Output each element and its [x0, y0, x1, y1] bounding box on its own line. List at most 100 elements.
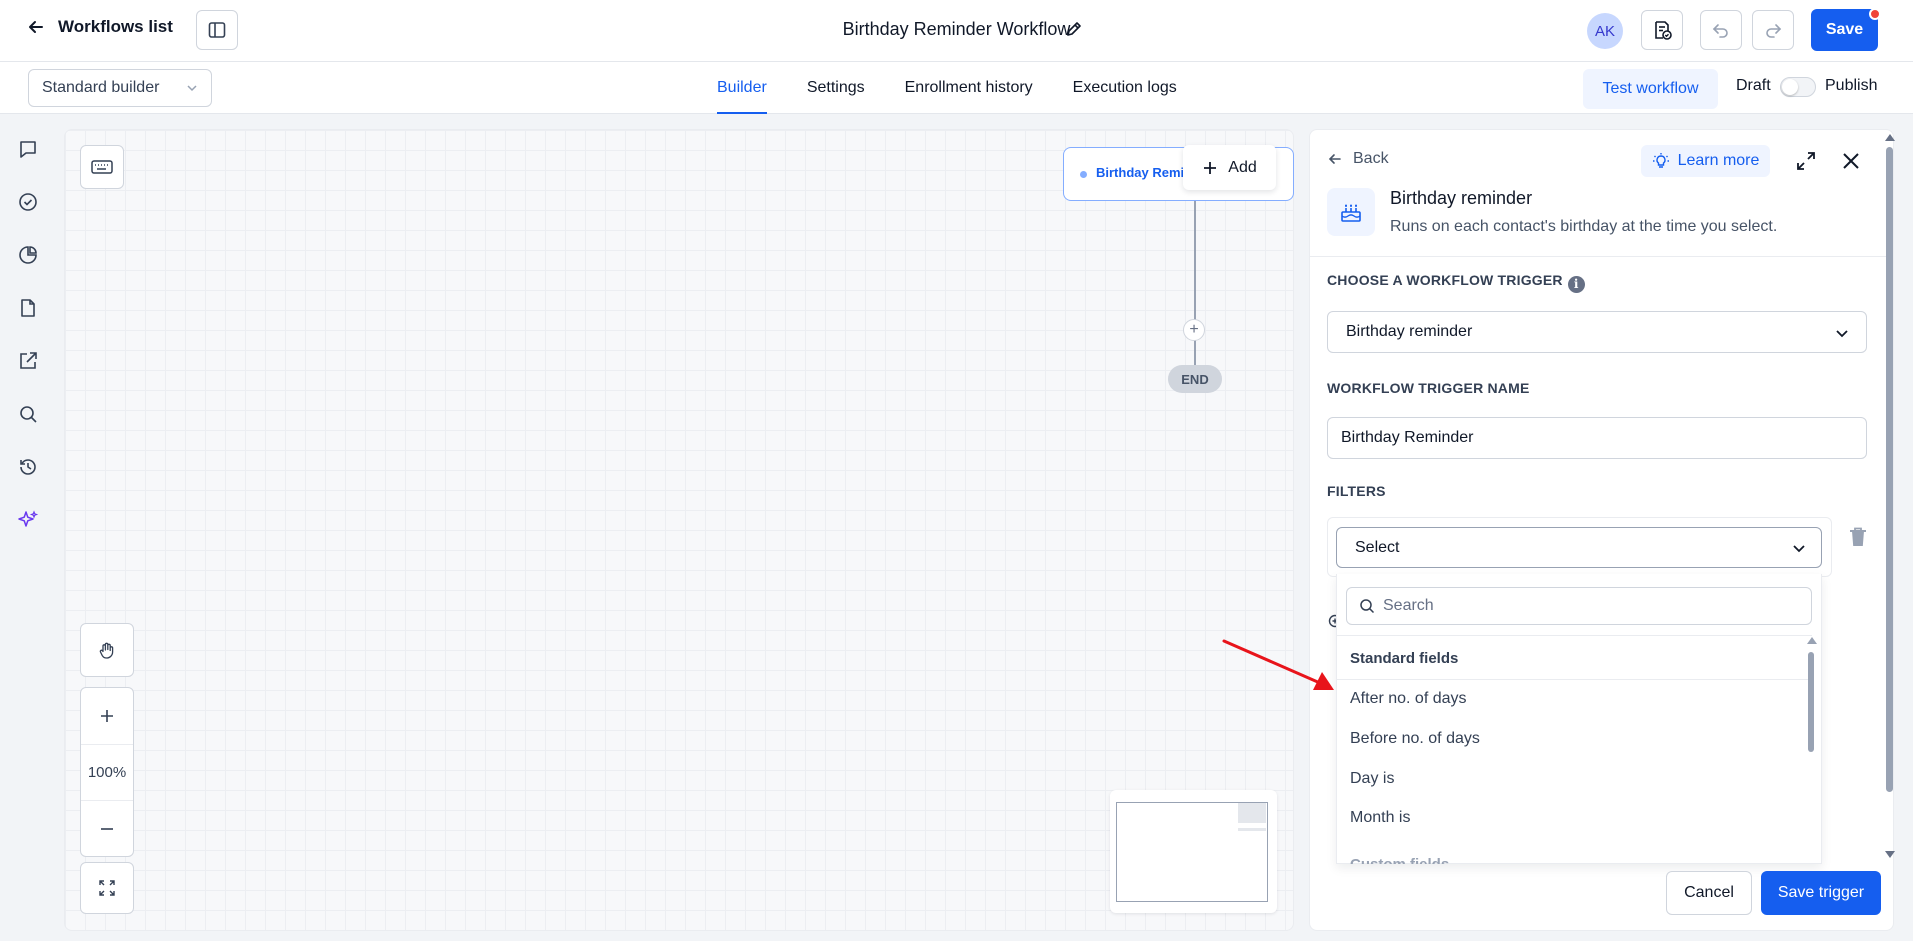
add-node-button[interactable]: Add: [1183, 145, 1276, 190]
save-button[interactable]: Save: [1811, 9, 1878, 51]
minimap-node: [1238, 828, 1266, 831]
save-trigger-button[interactable]: Save trigger: [1761, 871, 1881, 915]
arrow-left-icon: [29, 21, 43, 33]
arrow-left-icon: [1328, 154, 1341, 164]
zoom-level: 100%: [81, 744, 133, 800]
workflows-list-link[interactable]: Workflows list: [26, 17, 173, 37]
panel-scroll-up-arrow[interactable]: [1885, 134, 1895, 141]
fit-view-icon: [99, 880, 115, 896]
panel-back-label: Back: [1353, 150, 1389, 167]
plus-icon: [1204, 161, 1217, 174]
search-icon[interactable]: [16, 402, 40, 426]
document-icon[interactable]: [16, 296, 40, 320]
dropdown-group-standard-fields: Standard fields: [1350, 650, 1459, 667]
draft-label: Draft: [1736, 77, 1771, 94]
panel-scrollbar[interactable]: [1886, 147, 1893, 792]
keyboard-icon: [91, 160, 113, 174]
dropdown-scroll-up-arrow[interactable]: [1807, 637, 1817, 644]
document-check-icon: [1655, 21, 1672, 40]
builder-mode-select[interactable]: Standard builder: [28, 69, 212, 107]
birthday-cake-icon: [1341, 204, 1361, 222]
trigger-name-label: WORKFLOW TRIGGER NAME: [1327, 380, 1530, 396]
search-icon: [1360, 599, 1375, 614]
dropdown-option[interactable]: Month is: [1350, 809, 1410, 827]
trigger-name-input[interactable]: Birthday Reminder: [1327, 417, 1867, 459]
hand-icon: [99, 642, 114, 659]
keyboard-shortcuts-button[interactable]: [80, 145, 124, 189]
sidebar-toggle-button[interactable]: [196, 10, 238, 50]
trigger-status-dot: [1080, 171, 1087, 178]
test-workflow-button[interactable]: Test workflow: [1583, 69, 1718, 109]
zoom-in-button[interactable]: [81, 688, 133, 744]
expand-icon[interactable]: [1795, 150, 1817, 176]
external-link-icon[interactable]: [16, 349, 40, 373]
publish-label: Publish: [1825, 77, 1878, 94]
chevron-down-icon: [1836, 330, 1848, 338]
panel-divider: [1309, 256, 1894, 257]
sidebar-panel-icon: [208, 22, 226, 38]
undo-button[interactable]: [1700, 10, 1742, 50]
publish-toggle[interactable]: [1780, 77, 1816, 97]
dropdown-group-divider: [1336, 679, 1812, 680]
trigger-type-select[interactable]: Birthday reminder: [1327, 311, 1867, 353]
dropdown-scrollbar[interactable]: [1808, 652, 1814, 752]
filter-select-value: Select: [1355, 538, 1400, 556]
panel-back-button[interactable]: Back: [1327, 150, 1389, 168]
fit-view-box: [80, 862, 134, 914]
chevron-down-icon: [187, 85, 197, 92]
dropdown-search-input[interactable]: Search: [1346, 587, 1812, 625]
trigger-name-value: Birthday Reminder: [1341, 429, 1474, 446]
trigger-description: Runs on each contact's birthday at the t…: [1390, 218, 1778, 235]
add-step-button[interactable]: +: [1183, 319, 1205, 341]
tab-settings[interactable]: Settings: [807, 62, 865, 114]
avatar[interactable]: AK: [1587, 13, 1623, 49]
workflow-title[interactable]: Birthday Reminder Workflow: [843, 19, 1071, 39]
dropdown-option[interactable]: Before no. of days: [1350, 730, 1480, 748]
redo-icon: [1766, 24, 1782, 38]
dropdown-option[interactable]: After no. of days: [1350, 690, 1467, 708]
chevron-down-icon: [1793, 545, 1805, 553]
end-node: END: [1168, 365, 1222, 393]
dropdown-divider: [1336, 635, 1812, 636]
chat-icon[interactable]: [16, 137, 40, 161]
top-bar: Workflows list Birthday Reminder Workflo…: [0, 0, 1913, 62]
edit-title-icon[interactable]: [1064, 19, 1084, 43]
redo-button[interactable]: [1752, 10, 1794, 50]
notification-dot: [1869, 8, 1881, 20]
minimap[interactable]: [1110, 790, 1277, 913]
node-connector: [1194, 201, 1196, 371]
filters-label: FILTERS: [1327, 483, 1386, 499]
check-circle-icon[interactable]: [16, 190, 40, 214]
cancel-button[interactable]: Cancel: [1666, 871, 1752, 915]
undo-icon: [1712, 24, 1728, 38]
delete-filter-icon[interactable]: [1848, 526, 1868, 552]
tab-enrollment-history[interactable]: Enrollment history: [905, 62, 1033, 114]
filter-field-select[interactable]: Select: [1336, 527, 1822, 568]
choose-trigger-label: CHOOSE A WORKFLOW TRIGGER i: [1327, 272, 1585, 293]
workflow-tabs: Builder Settings Enrollment history Exec…: [717, 62, 1177, 114]
history-icon[interactable]: [16, 455, 40, 479]
zoom-controls: 100%: [80, 687, 134, 857]
tab-builder[interactable]: Builder: [717, 62, 767, 114]
close-icon[interactable]: [1840, 150, 1862, 176]
dropdown-option[interactable]: Day is: [1350, 770, 1394, 788]
learn-more-button[interactable]: Learn more: [1641, 145, 1770, 177]
fit-view-button[interactable]: [81, 863, 133, 913]
panel-scroll-down-arrow[interactable]: [1885, 851, 1895, 858]
info-icon[interactable]: i: [1567, 275, 1585, 293]
choose-trigger-text: CHOOSE A WORKFLOW TRIGGER: [1327, 272, 1563, 288]
add-label: Add: [1228, 158, 1257, 176]
learn-more-label: Learn more: [1677, 152, 1760, 169]
dropdown-search-placeholder: Search: [1383, 597, 1434, 614]
sparkles-icon[interactable]: [16, 508, 40, 532]
dropdown-group-custom-fields: Custom fields: [1350, 856, 1449, 864]
left-rail: [0, 115, 56, 941]
tab-execution-logs[interactable]: Execution logs: [1073, 62, 1177, 114]
zoom-out-button[interactable]: [81, 800, 133, 856]
lightbulb-icon: [1652, 153, 1669, 168]
builder-toolbar: Standard builder Builder Settings Enroll…: [0, 62, 1913, 114]
workflow-notes-button[interactable]: [1641, 10, 1683, 50]
trigger-type-value: Birthday reminder: [1346, 323, 1473, 340]
pan-tool-button[interactable]: [81, 624, 133, 676]
pie-chart-icon[interactable]: [16, 243, 40, 267]
